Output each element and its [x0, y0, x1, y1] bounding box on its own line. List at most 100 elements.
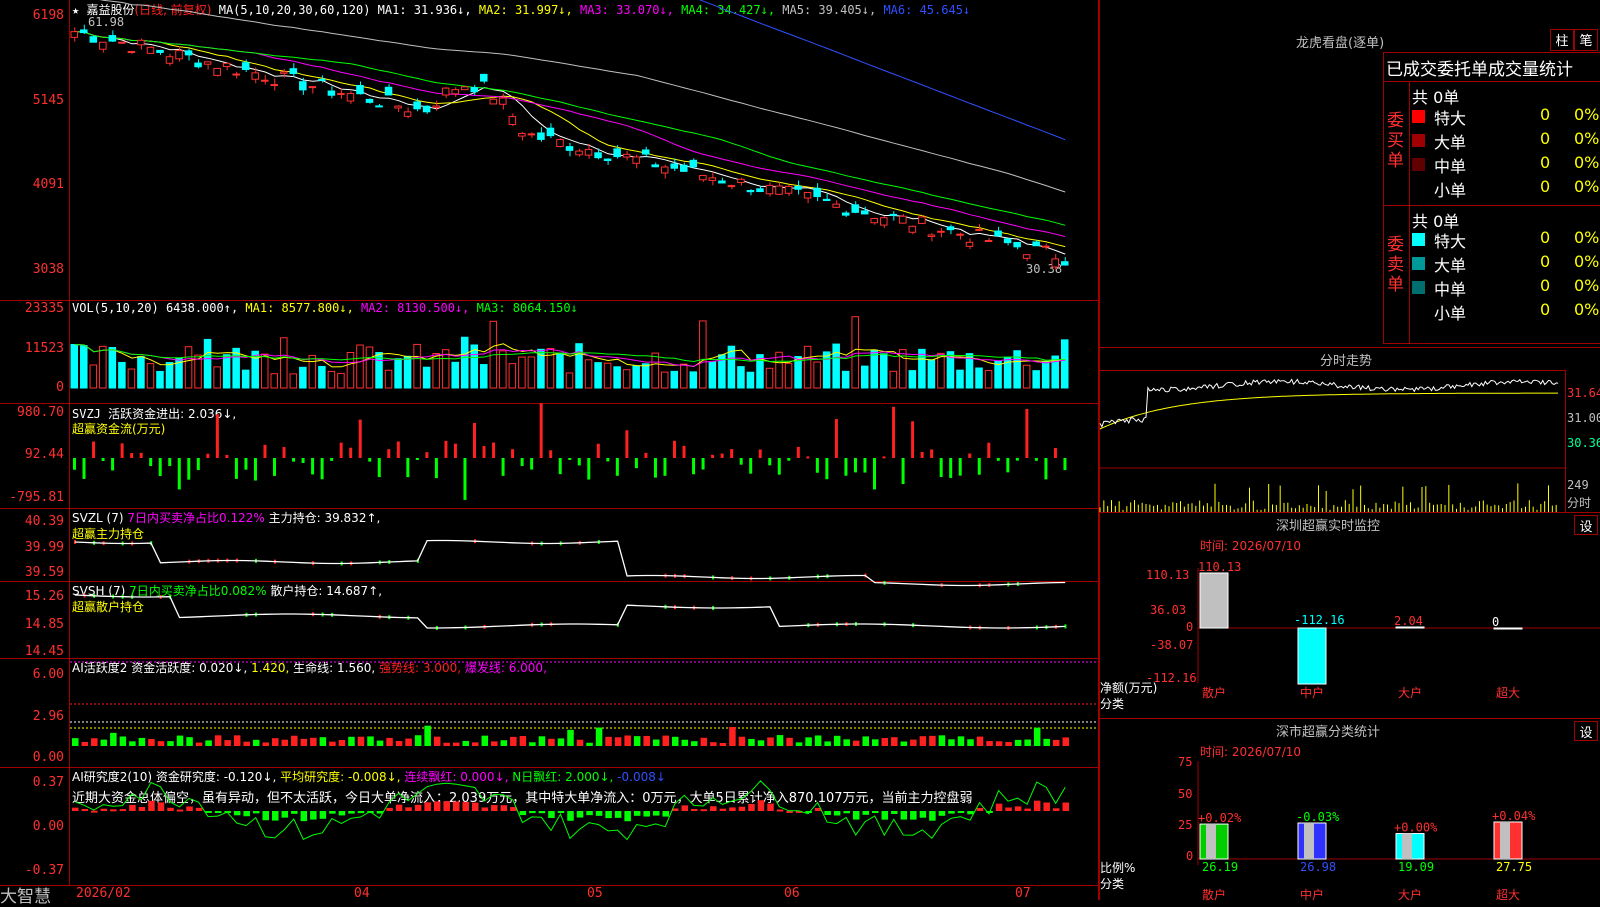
sz-classify-box[interactable]: 深市超赢分类统计 设 时间: 2026/07/10 75 50 25 0 比例%…: [1100, 718, 1600, 902]
research-bar: [195, 807, 203, 811]
order-val: 0: [1540, 300, 1551, 319]
research-bar: [338, 811, 346, 816]
research-bar: [281, 811, 289, 818]
candle-body: [422, 105, 431, 113]
volume-bar: [746, 371, 755, 389]
legend-swatch: [1412, 281, 1425, 294]
candle-body: [527, 133, 536, 136]
intraday-vol-label: 分时: [1567, 496, 1592, 510]
activity-bar: [167, 741, 174, 746]
svzl-chart[interactable]: [70, 508, 1098, 588]
szc-bar-highlight: [1304, 823, 1314, 859]
activity-bar: [776, 735, 784, 746]
szm-bar: [1297, 627, 1327, 685]
flow-bar: [653, 458, 657, 478]
bar-view-button[interactable]: 柱: [1550, 29, 1574, 51]
flow-bar: [587, 458, 591, 480]
flow-bar: [815, 458, 819, 473]
candle-body: [584, 148, 593, 156]
price-pane[interactable]: 6198 5145 4091 3038 ★ 嘉益股份(日线, 前复权) MA(5…: [0, 0, 1100, 301]
candle-body: [260, 79, 269, 82]
candle-body: [394, 105, 402, 109]
szc-change-label: +0.00%: [1394, 821, 1438, 835]
candle-body: [280, 71, 288, 74]
ai-activity-chart[interactable]: [70, 658, 1098, 767]
svsh-pane[interactable]: 15.26 14.85 14.45 SVSH (7) 7日内买卖净占比0.082…: [0, 581, 1100, 659]
intraday-chart[interactable]: [1099, 371, 1565, 513]
order-pct: 0%: [1574, 177, 1600, 196]
flow-bar: [577, 458, 581, 466]
volume-bar: [803, 345, 812, 389]
date-axis: 大智慧 2026/02 04 05 06 07: [0, 885, 1100, 907]
intraday-right-sep: [1565, 370, 1566, 513]
research-bar: [348, 811, 355, 814]
candle-body: [927, 234, 936, 237]
svzj-pane[interactable]: 980.70 92.44 -795.81 SVZJ 活跃资金进出: 2.036↓…: [0, 403, 1100, 509]
candle-body: [784, 185, 793, 194]
activity-bar: [738, 736, 746, 746]
chart-area[interactable]: 6198 5145 4091 3038 ★ 嘉益股份(日线, 前复权) MA(5…: [0, 0, 1100, 907]
volume-bar: [289, 373, 298, 389]
research-bar: [262, 811, 269, 821]
candle-body: [622, 153, 631, 158]
svzj-chart[interactable]: [70, 403, 1098, 508]
flow-bar: [1053, 448, 1057, 458]
candle-body: [851, 204, 859, 213]
flow-bar: [853, 458, 857, 473]
research-bar: [872, 811, 879, 813]
research-bar: [767, 803, 774, 811]
ai-activity-pane[interactable]: 6.00 2.96 0.00 AI活跃度2 资金活跃度: 0.020↓, 1.4…: [0, 658, 1100, 768]
ma-line-6: [698, 0, 1066, 141]
candle-body: [480, 73, 488, 82]
volume-bar: [584, 359, 593, 389]
activity-bar: [119, 736, 127, 746]
volume-bar: [499, 350, 507, 389]
intraday-vol: 249: [1567, 478, 1589, 492]
candle-body: [660, 166, 669, 174]
research-bar: [891, 811, 898, 814]
candle-body: [165, 56, 174, 64]
volume-bar: [937, 352, 945, 389]
sz-classify-chart[interactable]: +0.02%26.19散户-0.03%26.98中户+0.00%19.09大户+…: [1100, 719, 1600, 902]
candle-body: [460, 86, 469, 91]
svzl-pane[interactable]: 40.39 39.99 39.59 SVZL (7) 7日内买卖净占比0.122…: [0, 508, 1100, 588]
activity-bar: [1033, 727, 1041, 746]
activity-bar: [367, 736, 374, 746]
candle-body: [489, 98, 498, 105]
svsh-axis-3: 14.45: [24, 644, 64, 659]
volume-bar: [394, 358, 402, 389]
activity-bar: [872, 739, 879, 746]
research-bar: [738, 806, 746, 811]
tick-view-button[interactable]: 笔: [1574, 29, 1598, 51]
intraday-price-2: 31.00: [1567, 411, 1600, 425]
order-val: 0: [1540, 153, 1551, 172]
flow-bar: [968, 453, 972, 458]
ai-research-chart[interactable]: [70, 767, 1098, 885]
volume-chart[interactable]: [70, 300, 1098, 403]
buy-sell-divider: [1384, 205, 1600, 206]
research-bar: [852, 811, 860, 820]
research-bar: [833, 811, 841, 816]
research-bar: [948, 811, 955, 814]
brand-logo: 大智慧: [0, 887, 51, 907]
flow-bar: [558, 458, 562, 475]
volume-pane[interactable]: 23335 11523 0 VOL(5,10,20) 6438.000↑, MA…: [0, 300, 1100, 404]
volume-bar: [222, 354, 231, 389]
sz-monitor-box[interactable]: 深圳超赢实时监控 设 时间: 2026/07/10 110.13 36.03 0…: [1100, 512, 1600, 719]
candle-body: [641, 149, 650, 155]
svsh-chart[interactable]: [70, 581, 1098, 658]
sz-monitor-chart[interactable]: 110.13 散户 -112.16 中户 2.04 大户 0 超大: [1100, 513, 1600, 719]
szm-value-label: 2.04: [1394, 614, 1423, 628]
research-bar: [443, 801, 450, 811]
szc-bar-highlight: [1500, 822, 1510, 859]
flow-bar: [377, 458, 381, 478]
flow-bar: [120, 443, 124, 458]
volume-bar: [356, 344, 364, 389]
intraday-box[interactable]: 分时走势 31.64 31.00 30.36 249 分时: [1099, 347, 1600, 513]
szm-category-label: 中户: [1300, 685, 1324, 700]
flow-bar: [530, 458, 534, 470]
volume-bar: [299, 366, 307, 389]
ai-research-pane[interactable]: 0.37 0.00 -0.37 AI研究度2(10) 资金研究度: -0.120…: [0, 767, 1100, 885]
candlestick-chart[interactable]: [70, 0, 1098, 300]
research-bar: [186, 806, 193, 811]
